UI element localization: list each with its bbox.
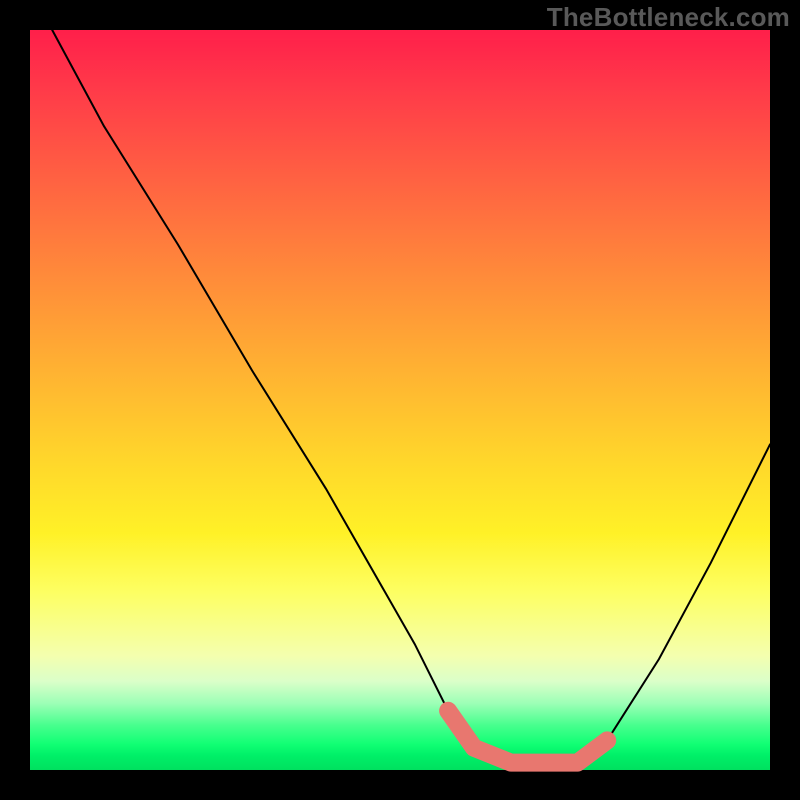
plot-area (30, 30, 770, 770)
watermark-text: TheBottleneck.com (547, 2, 790, 33)
chart-frame: TheBottleneck.com (0, 0, 800, 800)
curve-layer (30, 30, 770, 770)
highlight-segment (448, 711, 607, 763)
bottleneck-curve (52, 30, 770, 763)
